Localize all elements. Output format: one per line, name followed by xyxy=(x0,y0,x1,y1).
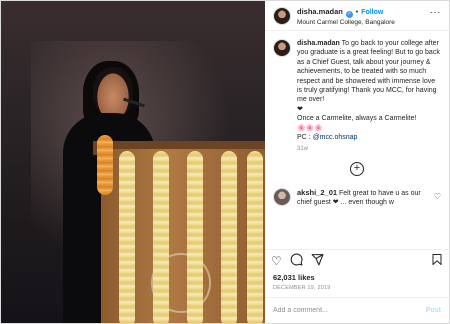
list-item: akshi_2_01 Felt great to have u as our c… xyxy=(273,188,441,207)
avatar[interactable] xyxy=(273,7,291,25)
post-date[interactable]: DECEMBER 19, 2019 xyxy=(265,282,449,297)
comment-text: akshi_2_01 Felt great to have u as our c… xyxy=(297,188,435,206)
share-icon[interactable] xyxy=(311,253,324,268)
instagram-post: disha.madan ✓ • Follow Mount Carmel Coll… xyxy=(0,0,450,324)
avatar[interactable] xyxy=(273,39,291,57)
likes-count[interactable]: 62,031 likes xyxy=(265,271,449,282)
flower-garland xyxy=(153,151,169,323)
caption-timestamp[interactable]: 31w xyxy=(297,146,441,152)
post-button[interactable]: Post xyxy=(426,307,441,314)
comment-like-heart-icon[interactable]: ♡ xyxy=(434,192,441,201)
heart-icon[interactable]: ♡ xyxy=(271,255,282,267)
bookmark-icon[interactable] xyxy=(431,253,443,268)
post-sidebar: disha.madan ✓ • Follow Mount Carmel Coll… xyxy=(265,1,449,323)
comment-username[interactable]: akshi_2_01 xyxy=(297,188,337,197)
speaker-face xyxy=(93,67,133,117)
caption-text: disha.madan To go back to your college a… xyxy=(297,39,441,142)
caption-line: ❤ xyxy=(297,105,303,113)
flower-garland xyxy=(187,151,203,323)
photo-credit-mention[interactable]: @mcc.ohsnap xyxy=(313,134,358,141)
ellipsis-icon[interactable]: ··· xyxy=(430,8,442,18)
flower-garland xyxy=(119,151,135,323)
location-link[interactable]: Mount Carmel College, Bangalore xyxy=(297,18,395,27)
comment-input[interactable] xyxy=(273,307,393,314)
flower-garland xyxy=(247,151,263,323)
caption: disha.madan To go back to your college a… xyxy=(273,39,441,142)
separator-dot: • xyxy=(355,9,359,16)
follow-button[interactable]: Follow xyxy=(361,9,383,16)
header-text: disha.madan ✓ • Follow Mount Carmel Coll… xyxy=(297,7,395,27)
marigold-garland xyxy=(97,135,113,195)
post-header: disha.madan ✓ • Follow Mount Carmel Coll… xyxy=(265,1,449,31)
photo-credit-label: PC : xyxy=(297,134,313,142)
action-bar: ♡ xyxy=(265,249,449,271)
load-more-comments-icon[interactable]: + xyxy=(350,162,364,177)
comment-icon[interactable] xyxy=(290,253,303,268)
add-comment-bar: Post xyxy=(265,297,449,323)
caption-username[interactable]: disha.madan xyxy=(297,40,340,47)
caption-line: To go back to your college after you gra… xyxy=(297,40,440,104)
header-username[interactable]: disha.madan xyxy=(297,7,343,16)
post-image[interactable] xyxy=(1,1,265,323)
flower-garland xyxy=(221,151,237,323)
verified-badge-icon: ✓ xyxy=(345,11,353,18)
avatar[interactable] xyxy=(273,188,291,207)
caption-line: Once a Carmelite, always a Carmelite! xyxy=(297,115,417,123)
comments-section[interactable]: disha.madan To go back to your college a… xyxy=(265,31,449,249)
caption-line: 🌸🌸🌸 xyxy=(297,124,324,132)
